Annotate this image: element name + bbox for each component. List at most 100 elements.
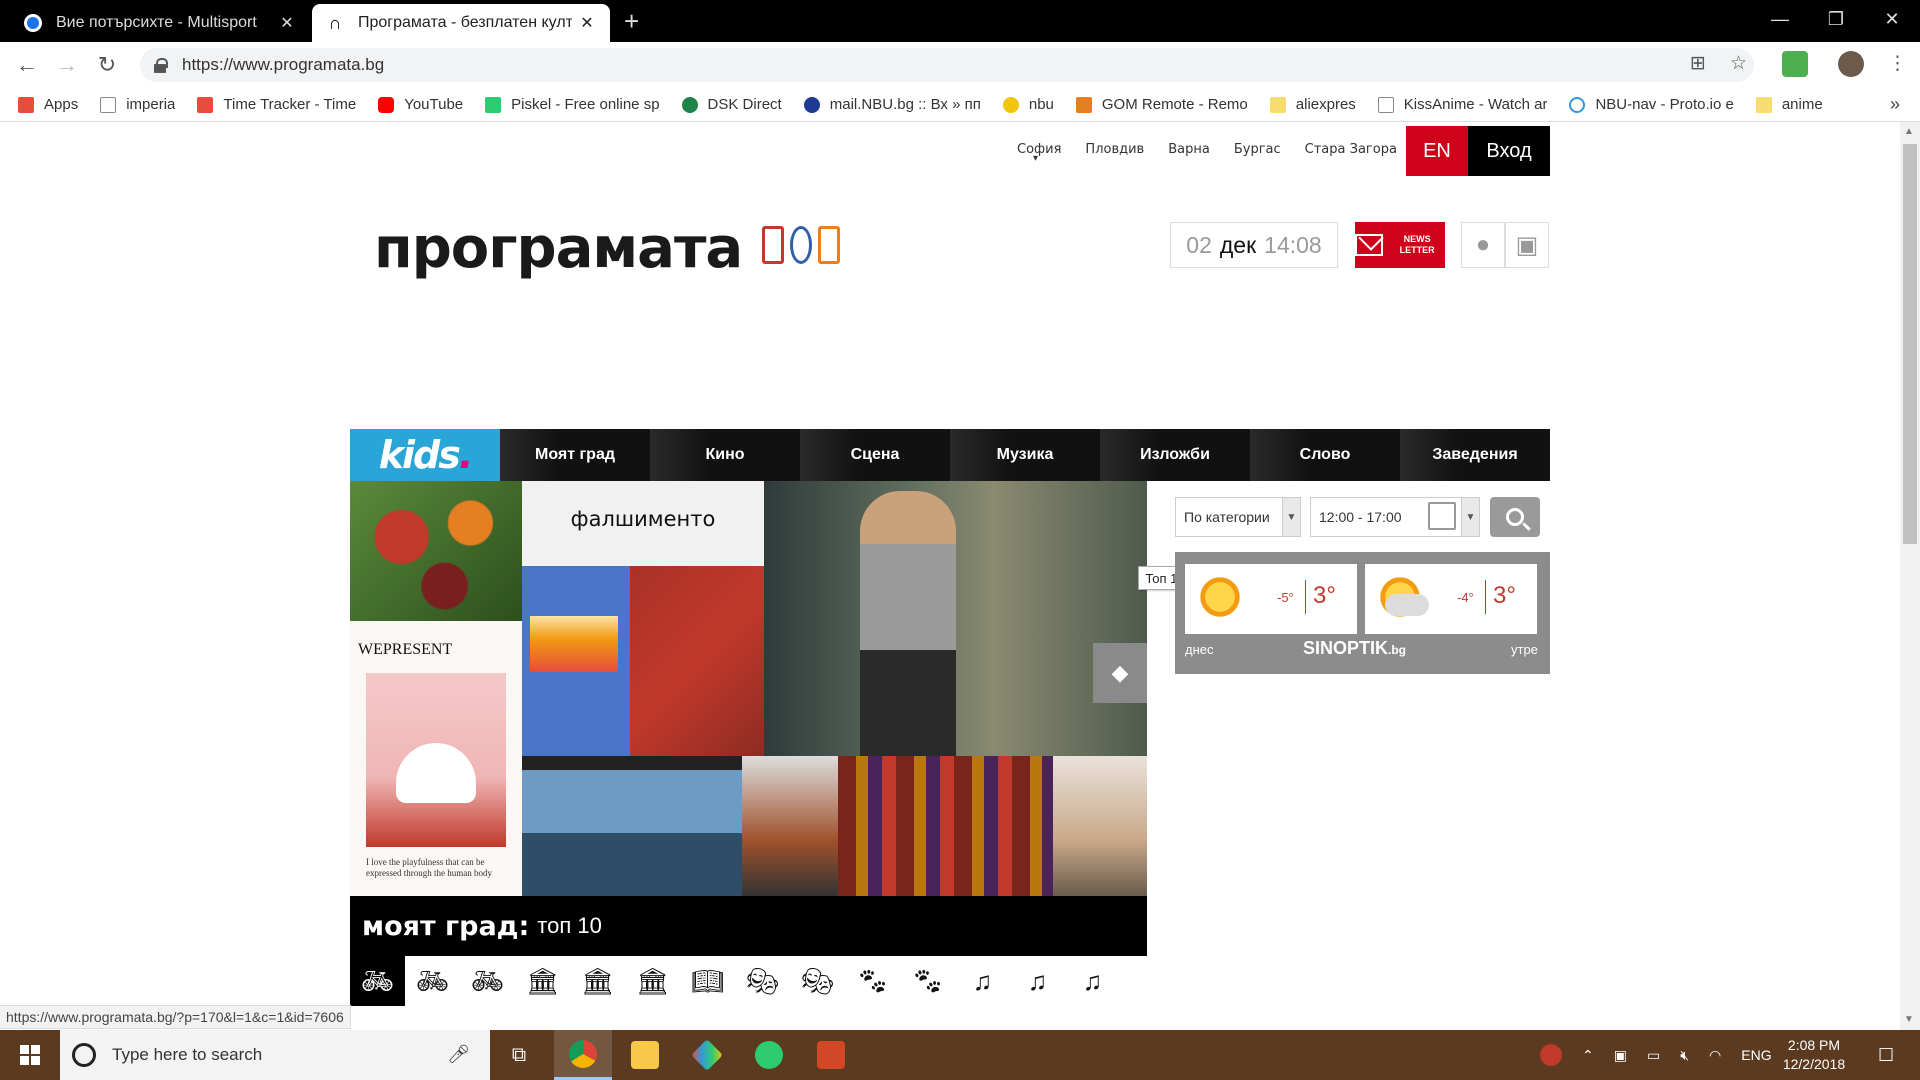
scrollbar-thumb[interactable] [1903, 144, 1917, 544]
scroll-down-icon[interactable]: ▼ [1904, 1014, 1914, 1025]
login-button[interactable]: Вход [1468, 126, 1550, 176]
bookmark-nbu-mail[interactable]: mail.NBU.bg :: Вх » пп [803, 96, 981, 113]
museum-icon[interactable]: 🏛︎ [515, 956, 570, 1006]
page-scrollbar[interactable]: ▲ ▼ [1900, 122, 1920, 1030]
antivirus-icon[interactable] [1540, 1044, 1562, 1066]
category-select[interactable]: По категории ▼ [1175, 497, 1301, 537]
music-note-icon[interactable]: ♫ [955, 956, 1010, 1006]
chevron-down-icon[interactable]: ▼ [1461, 498, 1479, 536]
music-note-icon[interactable]: ♫ [1065, 956, 1120, 1006]
microphone-icon[interactable]: 🎤︎ [447, 1044, 470, 1065]
city-link-burgas[interactable]: Бургас [1234, 142, 1281, 157]
search-icon [1506, 508, 1524, 526]
menu-kebab-icon[interactable]: ⋮ [1888, 52, 1907, 75]
close-window-icon[interactable]: ✕ [1864, 0, 1920, 38]
music-note-icon[interactable]: ♫ [1010, 956, 1065, 1006]
close-tab-icon[interactable]: ✕ [278, 13, 296, 33]
extension-icon[interactable] [1782, 51, 1808, 77]
tab-programata[interactable]: ∩ Програмата - безплатен култур ✕ [312, 4, 610, 42]
calendar-icon[interactable] [1428, 502, 1456, 530]
bicycle-icon[interactable]: 🚲︎ [350, 956, 405, 1006]
bicycle-icon[interactable]: 🚲︎ [405, 956, 460, 1006]
new-tab-icon[interactable]: + [624, 6, 639, 37]
site-logo[interactable]: програмата [374, 216, 743, 281]
bookmark-aliexpres[interactable]: aliexpres [1269, 96, 1356, 113]
avatar[interactable] [1838, 51, 1864, 77]
museum-icon[interactable]: 🏛︎ [570, 956, 625, 1006]
task-view-icon[interactable]: ⧉ [490, 1030, 548, 1080]
paw-icon[interactable]: 🐾︎ [900, 956, 955, 1006]
theater-mask-icon[interactable]: 🎭︎ [735, 956, 790, 1006]
newsletter-button[interactable]: NEWS LETTER [1355, 222, 1445, 268]
search-button[interactable] [1490, 497, 1540, 537]
nav-muzika[interactable]: Музика [950, 429, 1100, 481]
bookmark-timetracker[interactable]: Time Tracker - Time [197, 96, 356, 113]
forward-icon[interactable]: → [52, 50, 82, 80]
bookmark-star-icon[interactable]: ☆ [1730, 52, 1747, 75]
chevron-down-icon[interactable]: ▼ [1282, 498, 1300, 536]
bookmark-nbu-nav[interactable]: NBU-nav - Proto.io e [1569, 96, 1734, 113]
book-icon[interactable]: 📖︎ [680, 956, 735, 1006]
collage-image-subway-girl [764, 481, 1147, 756]
back-icon[interactable]: ← [12, 50, 42, 80]
taskbar-clock[interactable]: 2:08 PM 12/2/2018 [1764, 1036, 1864, 1074]
translate-icon[interactable]: ⊞ [1690, 52, 1706, 75]
bookmark-nbu[interactable]: nbu [1002, 96, 1054, 113]
start-button[interactable] [0, 1030, 60, 1080]
city-link-varna[interactable]: Варна [1168, 142, 1210, 157]
nav-kino[interactable]: Кино [650, 429, 800, 481]
featured-collage[interactable]: WEPRESENT I love the playfulness that ca… [350, 481, 1147, 896]
scroll-up-icon[interactable]: ▲ [1904, 126, 1914, 137]
sinoptik-logo: SINOPTIK.bg [1303, 638, 1407, 658]
close-tab-icon[interactable]: ✕ [578, 13, 596, 33]
taskbar-search[interactable]: Type here to search 🎤︎ [60, 1030, 490, 1080]
tab-multisport[interactable]: Вие потърсихте - Multisport ✕ [10, 4, 310, 42]
city-link-sofia[interactable]: София [1017, 142, 1061, 164]
bookmark-gom[interactable]: GOM Remote - Remo [1075, 96, 1248, 113]
nav-izlozhbi[interactable]: Изложби [1100, 429, 1250, 481]
git-app-icon[interactable] [678, 1030, 736, 1080]
bookmark-imperia[interactable]: imperia [100, 96, 175, 113]
lock-icon[interactable] [154, 58, 168, 73]
atom-icon[interactable] [740, 1030, 798, 1080]
bookmark-anime[interactable]: anime [1755, 96, 1823, 113]
theater-mask-icon[interactable]: 🎭︎ [790, 956, 845, 1006]
browser-toolbar: ← → ↻ https://www.programata.bg ⊞ ☆ ⋮ [0, 42, 1920, 88]
bookmark-apps[interactable]: Apps [18, 96, 78, 113]
bookmark-piskel[interactable]: Piskel - Free online sp [485, 96, 660, 113]
city-link-plovdiv[interactable]: Пловдив [1085, 142, 1144, 157]
language-button[interactable]: EN [1406, 126, 1468, 176]
address-bar[interactable]: https://www.programata.bg [140, 48, 1754, 82]
notifications-icon[interactable]: ☐ [1878, 1030, 1894, 1080]
bookmark-youtube[interactable]: YouTube [378, 96, 463, 113]
chevron-up-icon[interactable]: ⌃ [1582, 1047, 1594, 1064]
bookmark-kissanime[interactable]: KissAnime - Watch ar [1377, 96, 1547, 113]
restore-icon[interactable]: ❐ [1808, 0, 1864, 38]
volume-muted-icon[interactable]: 🔇︎ [1680, 1047, 1689, 1064]
chrome-taskbar-icon[interactable] [554, 1030, 612, 1080]
tag-icon[interactable]: ◆ [1093, 643, 1147, 703]
nav-kids[interactable]: kids. [350, 429, 500, 481]
bicycle-icon[interactable]: 🚲︎ [460, 956, 515, 1006]
powerpoint-icon[interactable] [802, 1030, 860, 1080]
museum-icon[interactable]: 🏛︎ [625, 956, 680, 1006]
collage-caption[interactable]: моят град: топ 10 [350, 896, 1147, 956]
battery-icon[interactable]: ▭ [1647, 1047, 1660, 1064]
nav-zavedeniya[interactable]: Заведения [1400, 429, 1550, 481]
nav-moyat-grad[interactable]: Моят град [500, 429, 650, 481]
nav-slovo[interactable]: Слово [1250, 429, 1400, 481]
paw-icon[interactable]: 🐾︎ [845, 956, 900, 1006]
android-icon[interactable]: ▣ [1505, 222, 1549, 268]
city-link-stara-zagora[interactable]: Стара Загора [1305, 142, 1397, 157]
bookmark-dsk[interactable]: DSK Direct [681, 96, 782, 113]
minimize-icon[interactable]: — [1752, 0, 1808, 38]
clock-date: 12/2/2018 [1782, 1056, 1846, 1072]
network-icon[interactable]: ▣ [1614, 1047, 1627, 1064]
chevron-more-icon[interactable]: » [1890, 94, 1900, 115]
file-explorer-icon[interactable] [616, 1030, 674, 1080]
nav-stsena[interactable]: Сцена [800, 429, 950, 481]
wifi-icon[interactable]: ◠ [1709, 1047, 1721, 1064]
reload-icon[interactable]: ↻ [92, 50, 122, 80]
apple-icon[interactable]: ● [1461, 222, 1505, 268]
weather-widget[interactable]: -5° 3° -4° 3° днес утре SINOPTIK.bg [1175, 552, 1550, 674]
